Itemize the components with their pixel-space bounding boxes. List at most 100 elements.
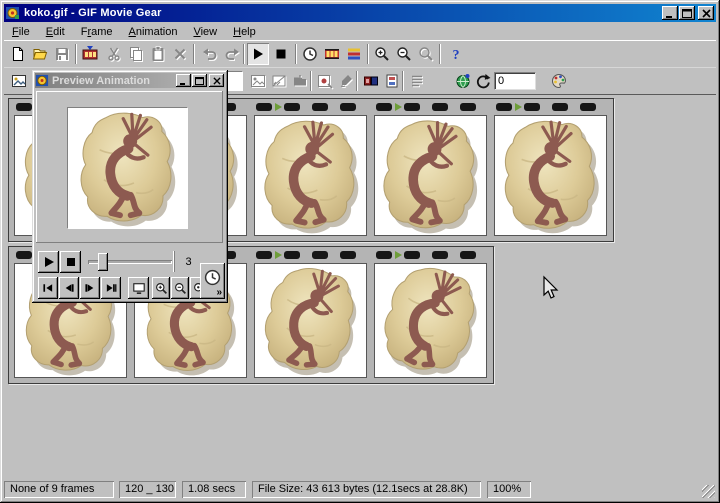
help-button[interactable]: ?	[445, 43, 467, 65]
menu-bar: FileEditFrameAnimationViewHelp	[4, 23, 716, 41]
mask-frame-button[interactable]	[268, 70, 290, 92]
loop-rotate-button[interactable]	[474, 70, 492, 92]
close-icon	[703, 10, 710, 17]
play-button[interactable]	[247, 43, 269, 65]
frame-timing-button[interactable]	[299, 43, 321, 65]
perforation-hole	[256, 251, 272, 259]
zoom-in-button[interactable]	[371, 43, 393, 65]
image-attributes-button[interactable]	[314, 70, 336, 92]
frame-list-icon	[409, 73, 425, 89]
main-toolbar: ?	[4, 40, 716, 66]
preview-clock-button[interactable]: »	[200, 263, 225, 299]
palette-icon	[551, 73, 567, 89]
preview-next-frame-button[interactable]	[80, 277, 100, 299]
preview-zoom-out-button[interactable]	[171, 277, 189, 299]
preview-speed-slider-thumb[interactable]	[98, 253, 108, 271]
perforation-hole	[432, 103, 448, 111]
preview-maximize-button[interactable]	[192, 74, 207, 87]
export-frame-icon	[292, 73, 308, 89]
title-bar[interactable]: koko.gif - GIF Movie Gear	[4, 4, 716, 22]
animation-strip-button[interactable]	[321, 43, 343, 65]
preview-clock-icon	[204, 269, 221, 286]
frame-list-button[interactable]	[406, 70, 428, 92]
undo-button[interactable]	[199, 43, 221, 65]
preview-first-frame-button[interactable]	[38, 277, 58, 299]
perforation-hole	[16, 103, 32, 111]
preview-image-panel	[36, 91, 223, 243]
toolbar-field	[226, 71, 243, 91]
preview-zoom-in-button[interactable]	[152, 277, 170, 299]
image-attributes-icon	[317, 73, 333, 89]
preview-zoom-in-icon	[155, 282, 168, 295]
insert-image-button[interactable]	[247, 70, 269, 92]
new-file-button[interactable]	[7, 43, 29, 65]
perforation-hole	[16, 251, 32, 259]
maximize-button[interactable]	[679, 6, 695, 20]
web-globe-button[interactable]	[452, 70, 474, 92]
palette-button[interactable]	[548, 70, 570, 92]
film-frame-8[interactable]	[254, 263, 367, 378]
preview-stop-icon	[65, 256, 77, 268]
undo-icon	[202, 46, 218, 62]
minimize-button[interactable]	[662, 6, 678, 20]
preview-frame-value: 3	[174, 251, 202, 272]
cut-icon	[106, 46, 122, 62]
monitor-icon	[132, 282, 146, 295]
preview-title-bar[interactable]: Preview Animation	[35, 73, 225, 88]
preview-play-button[interactable]	[38, 251, 59, 273]
stop-icon	[273, 46, 289, 62]
paste-button[interactable]	[147, 43, 169, 65]
preview-clock-more-icon: »	[216, 287, 222, 298]
film-frame-4[interactable]	[374, 115, 487, 236]
paint-button[interactable]	[335, 70, 357, 92]
preview-app-icon	[36, 74, 49, 87]
loop-count-input[interactable]	[494, 72, 536, 90]
preview-monitor-button[interactable]	[128, 277, 149, 299]
stop-button[interactable]	[270, 43, 292, 65]
resize-grip[interactable]	[702, 485, 715, 498]
film-frame-9[interactable]	[374, 263, 487, 378]
save-button[interactable]	[51, 43, 73, 65]
first-frame-icon	[42, 283, 54, 293]
perforation-hole	[312, 251, 328, 259]
status-duration: 1.08 secs	[182, 481, 246, 498]
close-button[interactable]	[698, 6, 714, 20]
perforation-hole	[312, 103, 328, 111]
copy-button[interactable]	[125, 43, 147, 65]
redo-button[interactable]	[221, 43, 243, 65]
open-file-button[interactable]	[29, 43, 51, 65]
perforation-hole	[376, 103, 392, 111]
menu-edit[interactable]: Edit	[38, 24, 73, 40]
transition-button[interactable]	[360, 70, 382, 92]
frame-strip-button[interactable]	[343, 43, 365, 65]
menu-help[interactable]: Help	[225, 24, 264, 40]
export-frame-button[interactable]	[289, 70, 311, 92]
menu-frame[interactable]: Frame	[73, 24, 121, 40]
insert-frames-button[interactable]	[79, 43, 101, 65]
mask-frame-icon	[271, 73, 287, 89]
frame-properties-button[interactable]	[8, 70, 30, 92]
prev-frame-icon	[63, 283, 75, 293]
preview-minimize-button[interactable]	[176, 74, 191, 87]
save-icon	[54, 46, 70, 62]
svg-text:?: ?	[453, 48, 460, 63]
preview-stop-button[interactable]	[60, 251, 81, 273]
preview-close-button[interactable]	[209, 74, 224, 87]
menu-animation[interactable]: Animation	[121, 24, 186, 40]
zoom-actual-button[interactable]	[415, 43, 437, 65]
perforation-hole	[376, 251, 392, 259]
preview-play-icon	[43, 256, 55, 268]
menu-view[interactable]: View	[185, 24, 225, 40]
delete-button[interactable]	[169, 43, 191, 65]
film-frame-5[interactable]	[494, 115, 607, 236]
preview-last-frame-button[interactable]	[101, 277, 121, 299]
preview-prev-frame-button[interactable]	[59, 277, 79, 299]
zoom-out-button[interactable]	[393, 43, 415, 65]
menu-file[interactable]: File	[4, 24, 38, 40]
perforation-hole	[340, 103, 356, 111]
film-frame-3[interactable]	[254, 115, 367, 236]
cut-button[interactable]	[103, 43, 125, 65]
new-file-icon	[10, 46, 26, 62]
effects-button[interactable]	[381, 70, 403, 92]
perforation-hole	[496, 103, 512, 111]
